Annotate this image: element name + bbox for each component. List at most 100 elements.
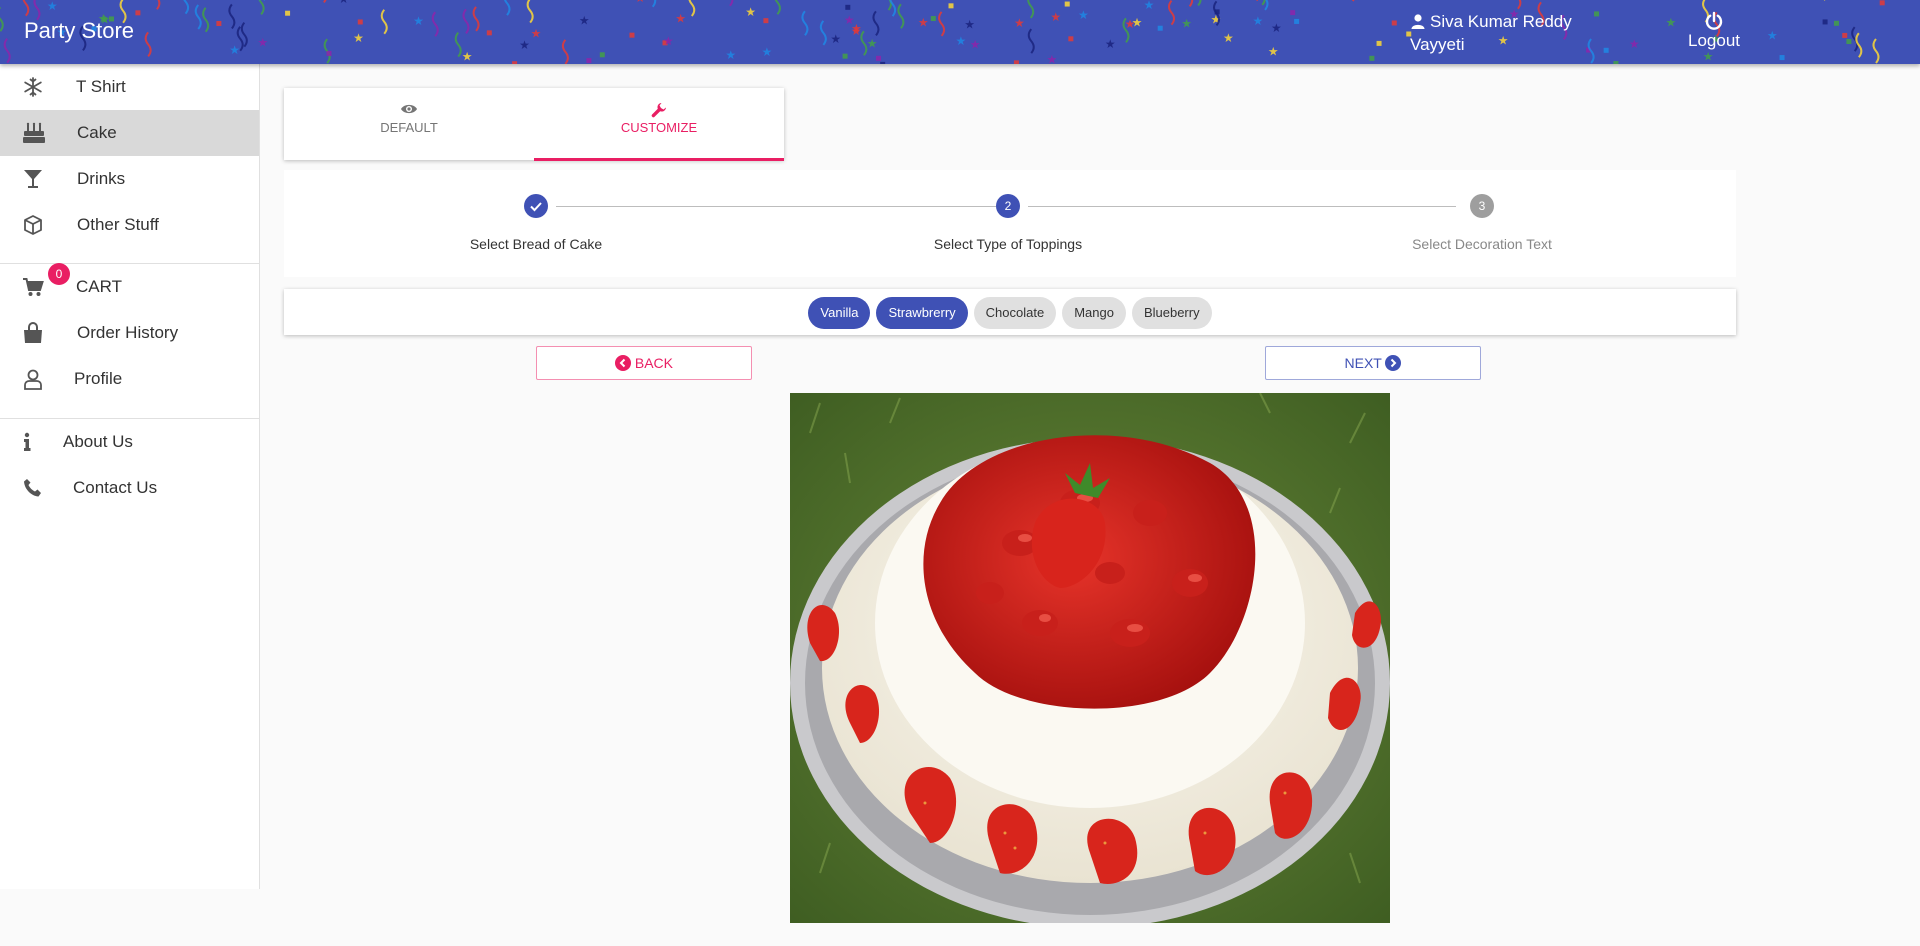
confetti-piece: ★ bbox=[353, 31, 364, 45]
chip-mango[interactable]: Mango bbox=[1062, 297, 1126, 329]
sidebar-item-t-shirt[interactable]: T Shirt bbox=[0, 64, 259, 110]
confetti-piece: ★ bbox=[47, 0, 58, 13]
confetti-piece bbox=[216, 21, 222, 26]
sidebar-item-contact-us[interactable]: Contact Us bbox=[0, 465, 259, 511]
confetti-piece bbox=[842, 53, 848, 59]
app-header: ★ ★ ★ ★ ★ ★ ★ ★ ★ ★ ★ ★ ★ ★ ★ ★ ★ ★ ★ ★ ★ ★ ★ ★ ★ ★ ★ ★ ★ ★ ★ ★ ★ ★ ★ ★ ★ ★ ★ ★… bbox=[0, 0, 1920, 64]
chip-strawberry[interactable]: Strawbrerry bbox=[876, 297, 968, 329]
confetti-piece: ★ bbox=[745, 5, 756, 19]
confetti-piece: ★ bbox=[1767, 29, 1778, 43]
confetti-piece bbox=[357, 19, 363, 25]
confetti-piece bbox=[1064, 1, 1070, 7]
confetti-piece bbox=[872, 10, 880, 37]
next-button[interactable]: NEXT bbox=[1265, 346, 1481, 380]
chip-blueberry[interactable]: Blueberry bbox=[1131, 297, 1212, 329]
tab-label: CUSTOMIZE bbox=[620, 120, 698, 135]
confetti-piece bbox=[1879, 0, 1885, 6]
tab-default[interactable]: DEFAULT bbox=[284, 88, 534, 160]
brand-title[interactable]: Party Store bbox=[24, 18, 134, 44]
confetti-piece: ★ bbox=[531, 26, 542, 40]
confetti-piece bbox=[183, 0, 190, 15]
sidebar-item-cart[interactable]: 0 CART bbox=[0, 263, 259, 310]
confetti-piece bbox=[819, 20, 827, 46]
confetti-piece: ★ bbox=[1252, 14, 1263, 28]
step-2-circle: 2 bbox=[996, 194, 1020, 218]
sidebar-item-cake[interactable]: Cake bbox=[0, 110, 259, 156]
confetti-piece bbox=[948, 3, 954, 9]
sidebar-item-label: Cake bbox=[77, 123, 117, 142]
confetti-piece bbox=[144, 31, 152, 58]
confetti-piece: ★ bbox=[1268, 45, 1279, 59]
sidebar-item-about-us[interactable]: About Us bbox=[0, 419, 259, 465]
shopping-cart-icon bbox=[22, 276, 46, 298]
snowflake-icon bbox=[22, 76, 46, 98]
back-button[interactable]: BACK bbox=[536, 346, 752, 380]
confetti-piece bbox=[156, 0, 161, 10]
sidebar-item-label: Profile bbox=[74, 369, 123, 388]
confetti-piece bbox=[1197, 0, 1202, 7]
toppings-chip-group: Vanilla Strawbrerry Chocolate Mango Blueberr… bbox=[284, 297, 1736, 329]
user-outline-icon bbox=[22, 368, 46, 390]
confetti-piece bbox=[1013, 60, 1019, 64]
confetti-piece bbox=[880, 61, 886, 64]
wrench-icon bbox=[534, 102, 784, 118]
confetti-piece: ★ bbox=[1047, 52, 1058, 64]
confetti-piece bbox=[285, 10, 291, 16]
cart-count-badge: 0 bbox=[48, 263, 70, 285]
confetti-piece bbox=[897, 3, 905, 29]
logout-button[interactable]: Logout bbox=[1688, 11, 1740, 51]
confetti-piece bbox=[1603, 47, 1609, 53]
checkmark-icon bbox=[530, 202, 542, 212]
confetti-piece bbox=[729, 0, 734, 7]
confetti-piece bbox=[1290, 10, 1296, 16]
confetti-piece: ★ bbox=[725, 48, 736, 62]
confetti-piece: ★ bbox=[663, 34, 674, 48]
confetti-piece: ★ bbox=[851, 24, 862, 38]
confetti-piece bbox=[688, 0, 696, 17]
step-2-label: Select Type of Toppings bbox=[933, 236, 1083, 252]
sidebar-item-label: T Shirt bbox=[76, 77, 126, 96]
chevron-right-circle-icon bbox=[1385, 355, 1402, 371]
confetti-piece bbox=[1779, 55, 1785, 61]
confetti-piece: ★ bbox=[1078, 8, 1089, 22]
sidebar-item-label: Order History bbox=[77, 323, 179, 342]
confetti-piece: ★ bbox=[338, 0, 349, 6]
confetti-piece bbox=[938, 11, 946, 37]
sidebar-item-other-stuff[interactable]: Other Stuff bbox=[0, 202, 259, 248]
next-button-label: NEXT bbox=[1344, 355, 1382, 371]
confetti-piece bbox=[0, 6, 4, 32]
chip-chocolate[interactable]: Chocolate bbox=[973, 297, 1057, 329]
tab-label: DEFAULT bbox=[380, 120, 438, 135]
confetti-piece: ★ bbox=[321, 0, 332, 3]
confetti-piece: ★ bbox=[413, 14, 424, 28]
user-menu[interactable]: Siva Kumar Reddy Vayyeti bbox=[1410, 11, 1580, 55]
sidebar-item-profile[interactable]: Profile bbox=[0, 356, 259, 402]
info-icon bbox=[22, 431, 46, 453]
confetti-piece bbox=[763, 18, 769, 24]
confetti-piece bbox=[930, 16, 936, 22]
confetti-piece: ★ bbox=[918, 16, 929, 30]
sidebar-item-order-history[interactable]: Order History bbox=[0, 310, 259, 356]
tab-customize[interactable]: CUSTOMIZE bbox=[534, 88, 784, 160]
confetti-piece bbox=[1351, 0, 1355, 2]
confetti-piece bbox=[586, 58, 592, 64]
confetti-piece: ★ bbox=[675, 11, 686, 25]
confetti-piece bbox=[1833, 20, 1839, 26]
confetti-piece bbox=[599, 52, 605, 58]
chip-vanilla[interactable]: Vanilla bbox=[808, 297, 871, 329]
confetti-pattern: ★ ★★★★★ ★★★★★★ ★ ★★★★★★★★★ ★★★★★ ★★★★★★★★ ★★★★★… bbox=[0, 0, 1885, 64]
sidebar-item-drinks[interactable]: Drinks bbox=[0, 156, 259, 202]
confetti-piece bbox=[1822, 19, 1828, 25]
logout-label: Logout bbox=[1688, 31, 1740, 50]
confetti-piece bbox=[1068, 36, 1074, 42]
confetti-piece: ★ bbox=[955, 34, 966, 48]
sidebar-item-label: Drinks bbox=[77, 169, 126, 188]
cake-customization-stepper: 2 3 Select Bread of Cake Select Type of … bbox=[284, 170, 1736, 277]
confetti-piece bbox=[1294, 18, 1300, 24]
confetti-piece bbox=[454, 31, 462, 58]
confetti-piece: ★ bbox=[1271, 21, 1282, 35]
confetti-piece bbox=[1594, 11, 1600, 17]
confetti-piece: ★ bbox=[635, 0, 646, 5]
sidebar-item-label: About Us bbox=[63, 432, 133, 451]
confetti-piece: ★ bbox=[761, 45, 772, 59]
